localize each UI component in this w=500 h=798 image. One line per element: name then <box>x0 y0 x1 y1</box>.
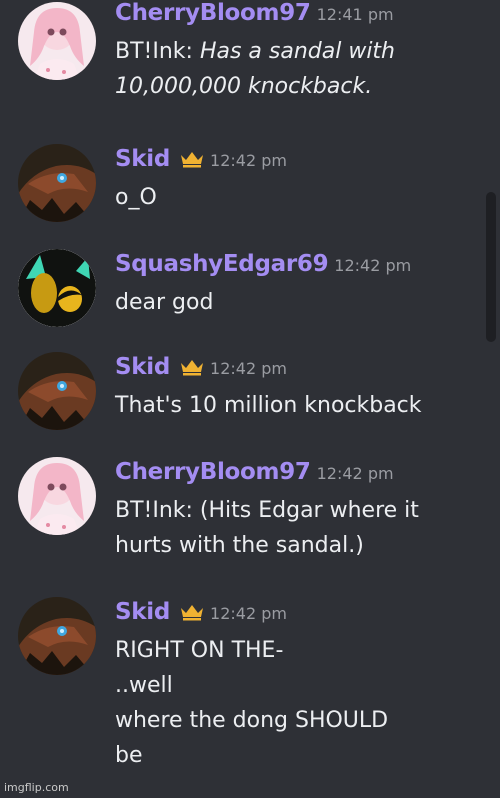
message-line: BT!Ink: (Hits Edgar where it <box>115 493 419 528</box>
message-text: That's 10 million knockback <box>115 393 422 418</box>
username[interactable]: Skid <box>115 146 170 172</box>
message-line: BT!Ink: Has a sandal with <box>115 34 395 69</box>
timestamp: 12:42 pm <box>334 256 412 275</box>
message-header: Skid 12:42 pm <box>115 146 287 172</box>
message-header: SquashyEdgar69 12:42 pm <box>115 251 411 277</box>
username[interactable]: Skid <box>115 354 170 380</box>
message-text: BT!Ink: <box>115 39 200 64</box>
avatar[interactable] <box>18 352 96 430</box>
message-header: Skid 12:42 pm <box>115 354 287 380</box>
timestamp: 12:42 pm <box>210 359 287 378</box>
timestamp: 12:42 pm <box>316 464 394 483</box>
message-content: o_O <box>115 180 157 215</box>
username[interactable]: Skid <box>115 599 170 625</box>
message-content: BT!Ink: (Hits Edgar where it hurts with t… <box>115 493 419 563</box>
timestamp: 12:41 pm <box>316 5 394 24</box>
scrollbar-thumb[interactable] <box>486 192 496 342</box>
avatar[interactable] <box>18 249 96 327</box>
message-line: o_O <box>115 180 157 215</box>
message-line: dear god <box>115 285 213 320</box>
watermark: imgflip.com <box>4 781 69 794</box>
message-italic-text: 10,000,000 knockback. <box>115 74 373 99</box>
message-line: where the dong SHOULD <box>115 703 388 738</box>
message-text: be <box>115 743 143 768</box>
avatar[interactable] <box>18 144 96 222</box>
crown-icon <box>180 150 204 168</box>
username[interactable]: CherryBloom97 <box>115 459 311 485</box>
message-content: RIGHT ON THE- ..well where the dong SHOULD… <box>115 633 388 773</box>
message-line: ..well <box>115 668 388 703</box>
message-text: RIGHT ON THE- <box>115 638 284 663</box>
message-text: dear god <box>115 290 214 315</box>
message-content: BT!Ink: Has a sandal with 10,000,000 knoc… <box>115 34 395 104</box>
message-text: BT!Ink: (Hits Edgar where it <box>115 498 419 523</box>
message-text: o_O <box>115 185 157 210</box>
crown-icon <box>180 358 204 376</box>
timestamp: 12:42 pm <box>210 151 287 170</box>
message-line: hurts with the sandal.) <box>115 528 419 563</box>
message-header: Skid 12:42 pm <box>115 599 287 625</box>
timestamp: 12:42 pm <box>210 604 287 623</box>
message-header: CherryBloom97 12:41 pm <box>115 0 394 26</box>
username[interactable]: CherryBloom97 <box>115 0 311 26</box>
message-text: where the dong SHOULD <box>115 708 389 733</box>
message-line: 10,000,000 knockback. <box>115 69 395 104</box>
message-header: CherryBloom97 12:42 pm <box>115 459 394 485</box>
message-content: dear god <box>115 285 213 320</box>
message-line: RIGHT ON THE- <box>115 633 388 668</box>
avatar[interactable] <box>18 457 96 535</box>
message-content: That's 10 million knockback <box>115 388 422 423</box>
username[interactable]: SquashyEdgar69 <box>115 251 329 277</box>
message-line: be <box>115 738 388 773</box>
crown-icon <box>180 603 204 621</box>
avatar[interactable] <box>18 2 96 80</box>
message-text: ..well <box>115 673 173 698</box>
message-italic-text: Has a sandal with <box>199 39 396 64</box>
avatar[interactable] <box>18 597 96 675</box>
message-text: hurts with the sandal.) <box>115 533 364 558</box>
message-line: That's 10 million knockback <box>115 388 422 423</box>
